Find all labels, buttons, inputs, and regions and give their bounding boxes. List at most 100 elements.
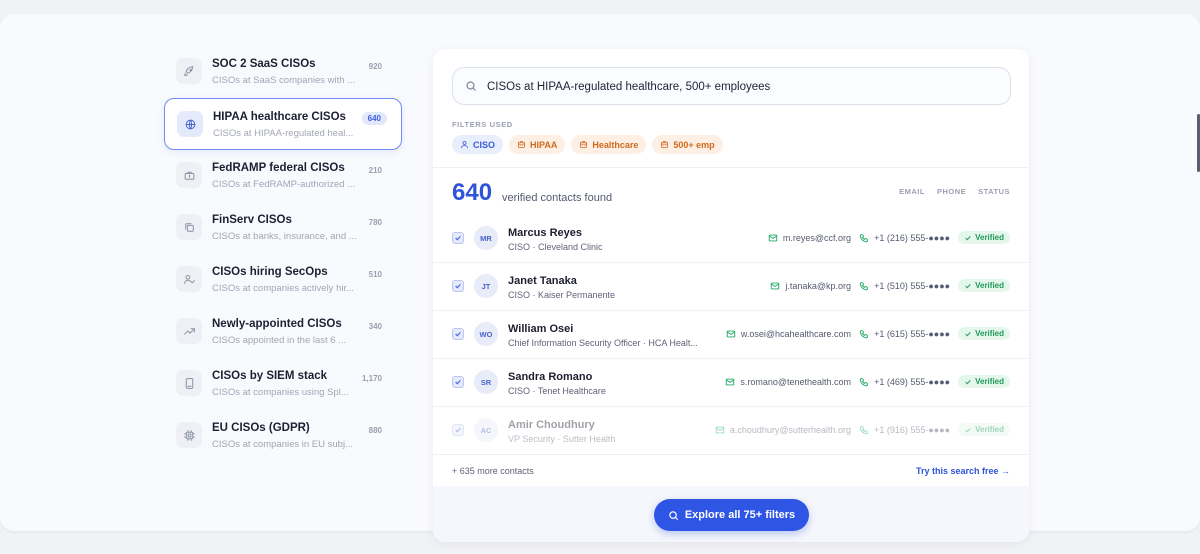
filter-chip[interactable]: 500+ emp [652,135,723,154]
column-headers: EMAIL PHONE STATUS [899,187,1010,196]
contact-name: Janet Tanaka [508,275,577,287]
contact-email: m.reyes@ccf.org [768,233,851,243]
status-badge: Verified [958,327,1010,340]
filter-chip[interactable]: CISO [452,135,504,154]
check-icon [964,330,972,338]
sidebar-item[interactable]: HIPAA healthcare CISOs CISOs at HIPAA-reg… [164,98,402,150]
explore-filters-button[interactable]: Explore all 75+ filters [654,499,809,531]
sidebar-item-title: Newly-appointed CISOs [212,318,342,330]
contact-role: Chief Information Security Officer · HCA… [508,338,698,348]
contact-checkbox[interactable] [452,232,464,244]
sidebar-item[interactable]: Newly-appointed CISOs CISOs appointed in … [164,306,402,358]
sidebar-item-subtitle: CISOs at banks, insurance, and ... [212,231,357,242]
search-box[interactable] [452,67,1011,105]
sidebar-item-count: 920 [368,62,382,71]
contact-phone: +1 (916) 555-●●●● [859,425,950,435]
user-icon [460,140,469,149]
contact-checkbox[interactable] [452,328,464,340]
contact-role: CISO · Cleveland Clinic [508,242,603,252]
contact-checkbox[interactable] [452,376,464,388]
filter-chip[interactable]: HIPAA [509,135,566,154]
filter-chip-label: 500+ emp [673,139,715,150]
avatar: AC [474,418,498,442]
cpu-icon [176,422,202,448]
mail-icon [768,233,778,243]
search-input[interactable] [487,77,987,97]
filters-used-label: FILTERS USED [452,120,513,129]
sidebar-item-count: 880 [368,426,382,435]
sidebar-item-count: 640 [361,112,387,125]
app-frame: SOC 2 SaaS CISOs CISOs at SaaS companies … [0,14,1200,542]
check-icon [454,234,462,242]
phone-icon [859,425,869,435]
sidebar-item-count: 1,170 [361,374,382,383]
divider [433,167,1029,168]
status-badge: Verified [958,231,1010,244]
sidebar-item-subtitle: CISOs at HIPAA-regulated heal... [213,128,354,139]
filter-chip[interactable]: Healthcare [571,135,647,154]
sidebar-item-subtitle: CISOs at companies in EU subj... [212,439,353,450]
phone-icon [859,281,869,291]
sidebar-item[interactable]: FinServ CISOs CISOs at banks, insurance, … [164,202,402,254]
contact-row[interactable]: AC Amir Choudhury VP Security · Sutter Hea… [433,407,1029,455]
check-icon [964,282,972,290]
contact-phone: +1 (469) 555-●●●● [859,377,950,387]
contact-details: w.osei@hcahealthcare.com +1 (615) 555-●●●… [726,327,1010,340]
contact-role: CISO · Tenet Healthcare [508,386,606,396]
contact-row[interactable]: MR Marcus Reyes CISO · Cleveland Clinic m.r… [433,215,1029,263]
sidebar-item-title: CISOs hiring SecOps [212,266,328,278]
server-icon [176,370,202,396]
contact-email-text: m.reyes@ccf.org [782,232,852,243]
saved-searches-sidebar: SOC 2 SaaS CISOs CISOs at SaaS companies … [164,46,402,462]
briefcase-icon [176,162,202,188]
contact-role: CISO · Kaiser Permanente [508,290,616,300]
sidebar-item[interactable]: EU CISOs (GDPR) CISOs at companies in EU … [164,410,402,462]
contacts-list: MR Marcus Reyes CISO · Cleveland Clinic m.r… [433,215,1029,455]
sidebar-item-subtitle: CISOs at SaaS companies with ... [212,75,356,86]
contact-phone-text: +1 (615) 555-●●●● [874,328,951,339]
contact-email-text: a.choudhury@sutterhealth.org [729,424,852,435]
status-badge: Verified [958,423,1010,436]
sidebar-item-title: FedRAMP federal CISOs [212,162,345,174]
sidebar-item-count: 780 [368,218,382,227]
filter-chip-label: HIPAA [530,139,558,150]
contact-checkbox[interactable] [452,280,464,292]
column-header-phone: PHONE [936,187,967,196]
sidebar-item[interactable]: CISOs hiring SecOps CISOs at companies ac… [164,254,402,306]
contact-email-text: s.romano@tenethealth.com [740,376,852,387]
sidebar-item-title: SOC 2 SaaS CISOs [212,58,316,70]
contact-checkbox[interactable] [452,424,464,436]
filter-chips: CISO HIPAA Healthcare 500+ emp [452,135,723,154]
status-badge: Verified [958,375,1010,388]
contact-email: s.romano@tenethealth.com [725,377,851,387]
contact-row[interactable]: JT Janet Tanaka CISO · Kaiser Permanente j.… [433,263,1029,311]
try-search-link[interactable]: Try this search free → [916,466,1010,476]
contact-email: a.choudhury@sutterhealth.org [715,425,851,435]
sidebar-item[interactable]: FedRAMP federal CISOs CISOs at FedRAMP-au… [164,150,402,202]
contact-row[interactable]: SR Sandra Romano CISO · Tenet Healthcare s.… [433,359,1029,407]
building-icon [660,140,669,149]
contact-name: Marcus Reyes [508,227,582,239]
contact-row[interactable]: WO William Osei Chief Information Security… [433,311,1029,359]
contact-name: William Osei [508,323,574,335]
explore-filters-label: Explore all 75+ filters [684,509,796,521]
filter-chip-label: CISO [473,139,496,150]
column-header-status: STATUS [978,187,1010,196]
results-count-label: verified contacts found [502,192,613,204]
phone-icon [859,329,869,339]
contact-phone-text: +1 (469) 555-●●●● [874,376,951,387]
sidebar-item-subtitle: CISOs at companies using Spl... [212,387,349,398]
check-icon [964,378,972,386]
filter-chip-label: Healthcare [592,139,639,150]
contact-phone-text: +1 (510) 555-●●●● [874,280,951,291]
globe-icon [177,111,203,137]
search-icon [669,510,678,520]
sidebar-item[interactable]: SOC 2 SaaS CISOs CISOs at SaaS companies … [164,46,402,98]
copy-icon [176,214,202,240]
column-header-email: EMAIL [899,187,925,196]
sidebar-item[interactable]: CISOs by SIEM stack CISOs at companies us… [164,358,402,410]
status-badge-label: Verified [975,377,1004,386]
search-icon [465,79,477,97]
sidebar-item-subtitle: CISOs at companies actively hir... [212,283,355,294]
sidebar-item-title: HIPAA healthcare CISOs [213,111,346,123]
